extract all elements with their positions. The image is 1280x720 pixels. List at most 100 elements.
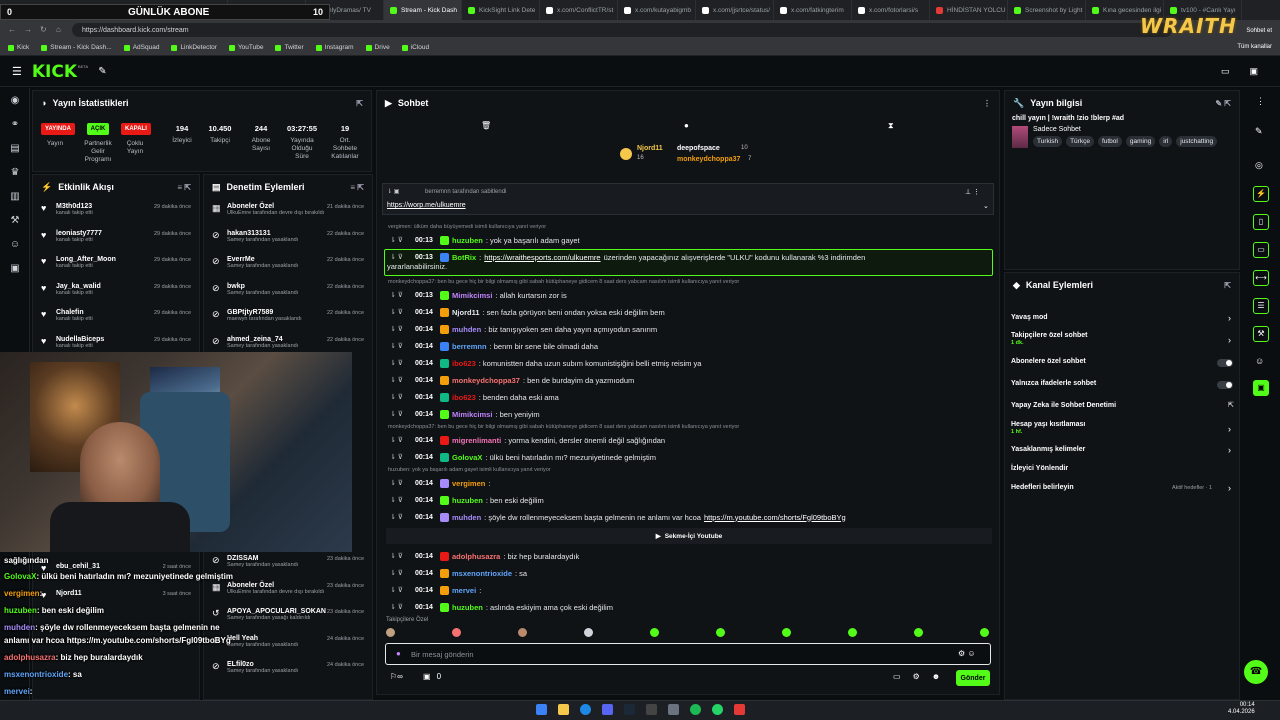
chat-message[interactable]: ⇂ ⊽ 00:14 vergimen: <box>390 476 490 490</box>
home-icon[interactable]: ⌂ <box>56 26 64 34</box>
mod-tools-icon[interactable]: ⇂ ⊽ <box>390 513 412 521</box>
mod-tools-icon[interactable]: ⇂ ⊽ <box>390 291 412 299</box>
chat-message[interactable]: ⇂ ⊽ 00:14 ibo623: benden daha eski ama <box>390 390 559 404</box>
actions-popout-icon[interactable]: ⇱ <box>1224 281 1231 290</box>
start-icon[interactable] <box>536 704 547 715</box>
list-item[interactable]: ⊘ hakan313131 Samey tarafından yasaklandı 2… <box>204 226 372 252</box>
chat-username[interactable]: Njord11 <box>452 308 480 317</box>
chat-username[interactable]: berremnn <box>452 342 487 351</box>
chat-username[interactable]: adolphusazra <box>452 552 500 561</box>
top-user-3[interactable]: monkeydchoppa37 <box>677 156 740 163</box>
stream-tag[interactable]: Turkish <box>1033 136 1063 147</box>
toggle-switch[interactable] <box>1217 381 1233 389</box>
unpin-icon[interactable]: ⊥ ⋮ <box>965 188 980 196</box>
list-item[interactable]: ♥ Long_After_Moon kanalı takip etti 29 daki… <box>33 252 199 278</box>
chat-bubble-icon[interactable]: ▭ <box>893 672 901 681</box>
rail-doc-icon[interactable]: ▯ <box>1253 214 1269 230</box>
chat-username[interactable]: BotRix <box>452 253 476 262</box>
chat-username[interactable]: huzuben <box>452 603 483 612</box>
list-item[interactable]: ♥ leoniasty7777 kanalı takip etti 29 dakika… <box>33 226 199 252</box>
rail-chat-icon[interactable]: ▭ <box>1253 242 1269 258</box>
chat-message[interactable]: ⇂ ⊽ 00:14 ibo623: komunistten daha uzun su… <box>390 356 701 370</box>
spotify-icon[interactable] <box>690 704 701 715</box>
message-link[interactable]: https://wraithesports.com/ulkuemre <box>484 253 600 262</box>
rail-edit-icon[interactable]: ✎ <box>1255 126 1263 137</box>
emote-picker-icon[interactable]: ⚙ ☺ <box>958 649 976 658</box>
mod-tools-icon[interactable]: ⇂ ⊽ <box>390 325 412 333</box>
chat-username[interactable]: muhden <box>452 513 481 522</box>
chat-message[interactable]: ⇂ ⊽ 00:14 GolovaX: ülkü beni hatırladın mı… <box>390 450 656 464</box>
tools-icon[interactable]: ⚒ <box>0 208 30 232</box>
rail-list-icon[interactable]: ☰ <box>1253 298 1269 314</box>
mod-tools-icon[interactable]: ⇂ ⊽ <box>390 253 412 261</box>
list-item[interactable]: ↺ APOYA_APOCULARI_SOKAN Samey tarafından y… <box>204 604 372 630</box>
chat-message[interactable]: ⇂ ⊽ 00:14 huzuben: ben eski değilim <box>390 493 544 507</box>
dashboard-icon[interactable]: ▣ <box>1249 66 1258 77</box>
chart-icon[interactable]: ▥ <box>0 184 30 208</box>
stream-tag[interactable]: Türkçe <box>1066 136 1094 147</box>
mod-tools-icon[interactable]: ⇂ ⊽ <box>390 479 412 487</box>
chat-message[interactable]: ⇂ ⊽ 00:13 BotRix: https://wraithesports.co… <box>390 250 865 264</box>
pinned-link[interactable]: https://worp.me/ulkuemre <box>387 202 466 209</box>
external-link-icon[interactable]: ⇱ <box>1228 401 1234 409</box>
mod-tools-icon[interactable]: ⇂ ⊽ <box>390 359 412 367</box>
toggle-switch[interactable] <box>1217 359 1233 367</box>
channel-action[interactable]: Yasaklanmış kelimeler <box>1011 446 1085 453</box>
mod-tools-icon[interactable]: ⇂ ⊽ <box>390 569 412 577</box>
mod-tools-icon[interactable]: ⇂ ⊽ <box>390 586 412 594</box>
list-item[interactable]: ⊘ bwkp Samey tarafından yasaklandı 22 dakik… <box>204 279 372 305</box>
bookmark[interactable]: YouTube <box>228 44 263 51</box>
emote-icon[interactable] <box>650 628 659 637</box>
terminal-icon[interactable] <box>646 704 657 715</box>
channel-action[interactable]: İzleyici Yönlendir <box>1011 465 1068 472</box>
rail-camera-icon[interactable]: ◎ <box>1255 160 1263 171</box>
channel-action[interactable]: Yavaş mod <box>1011 314 1048 321</box>
list-item[interactable]: ⊘ ELfil0zo Samey tarafından yasaklandı 24 d… <box>204 657 372 683</box>
chat-username[interactable]: Mimikcimsi <box>452 291 492 300</box>
chat-input[interactable]: ● Bir mesaj gönderin ⚙ ☺ <box>385 643 991 665</box>
bookmark[interactable]: Twitter <box>275 44 304 51</box>
browser-tab[interactable]: HİNDİSTAN YOLCU <box>930 0 1008 20</box>
mod-tools-icon[interactable]: ⇂ ⊽ <box>390 342 412 350</box>
emote-icon[interactable] <box>716 628 725 637</box>
list-item[interactable]: ♥ Chalefin kanalı takip etti 29 dakika önce <box>33 305 199 331</box>
stream-tag[interactable]: futbol <box>1097 136 1122 147</box>
chevron-right-icon[interactable]: › <box>1228 313 1231 323</box>
channel-action[interactable]: Abonelere özel sohbet <box>1011 358 1086 365</box>
browser-tab[interactable]: Stream - Kick Dash <box>384 0 462 20</box>
chevron-right-icon[interactable]: › <box>1228 445 1231 455</box>
chat-message[interactable]: ⇂ ⊽ 00:14 huzuben: aslında eskiyim ama çok… <box>390 600 613 614</box>
browser-tab[interactable]: x.com/kutayabigmb <box>618 0 696 20</box>
expand-icon[interactable]: ⌄ <box>983 202 989 210</box>
stream-tag[interactable]: irl <box>1159 136 1173 147</box>
trophy-icon[interactable]: ♛ <box>0 160 30 184</box>
rail-users-icon[interactable]: ☺ <box>1255 356 1264 366</box>
stream-tag[interactable]: justchatting <box>1176 136 1218 147</box>
browser-tab[interactable]: x.com/ConflictTR/st <box>540 0 618 20</box>
rail-wrench-icon[interactable]: ⚒ <box>1253 326 1269 342</box>
message-link[interactable]: https://m.youtube.com/shorts/Fgl09tboBYg <box>704 513 846 522</box>
channel-action[interactable]: Yapay Zeka ile Sohbet Denetimi <box>1011 402 1116 409</box>
chevron-right-icon[interactable]: › <box>1228 335 1231 345</box>
mod-tools-icon[interactable]: ⇂ ⊽ <box>390 308 412 316</box>
list-item[interactable]: ⊘ GBPtjtyR7589 maewyn tarafından yasakland… <box>204 305 372 331</box>
top-user-2[interactable]: deepofspace <box>677 145 720 152</box>
chat-username[interactable]: monkeydchoppa37 <box>452 376 520 385</box>
chat-username[interactable]: GolovaX <box>452 453 482 462</box>
mod-tools-icon[interactable]: ⇂ ⊽ <box>390 236 412 244</box>
emote-icon[interactable] <box>386 628 395 637</box>
emote-icon[interactable] <box>914 628 923 637</box>
emote-icon[interactable] <box>584 628 593 637</box>
mod-tools-icon[interactable]: ⇂ ⊽ <box>390 496 412 504</box>
points-icon[interactable]: ⚐∞ <box>390 672 403 681</box>
bot-icon[interactable]: ☻ <box>932 672 940 681</box>
rail-menu-icon[interactable]: ⋮ <box>1256 96 1265 107</box>
browser-tab[interactable]: Screenshot by Light <box>1008 0 1086 20</box>
whatsapp-icon[interactable] <box>712 704 723 715</box>
layout-icon[interactable]: ▭ <box>1221 66 1230 77</box>
mod-tools-icon[interactable]: ⇂ ⊽ <box>390 552 412 560</box>
chat-username[interactable]: muhden <box>452 325 481 334</box>
chat-username[interactable]: msxenontrioxide <box>452 569 512 578</box>
browser-tab[interactable]: x.com/fotorlarsi/s <box>852 0 930 20</box>
chat-username[interactable]: ibo623 <box>452 359 476 368</box>
